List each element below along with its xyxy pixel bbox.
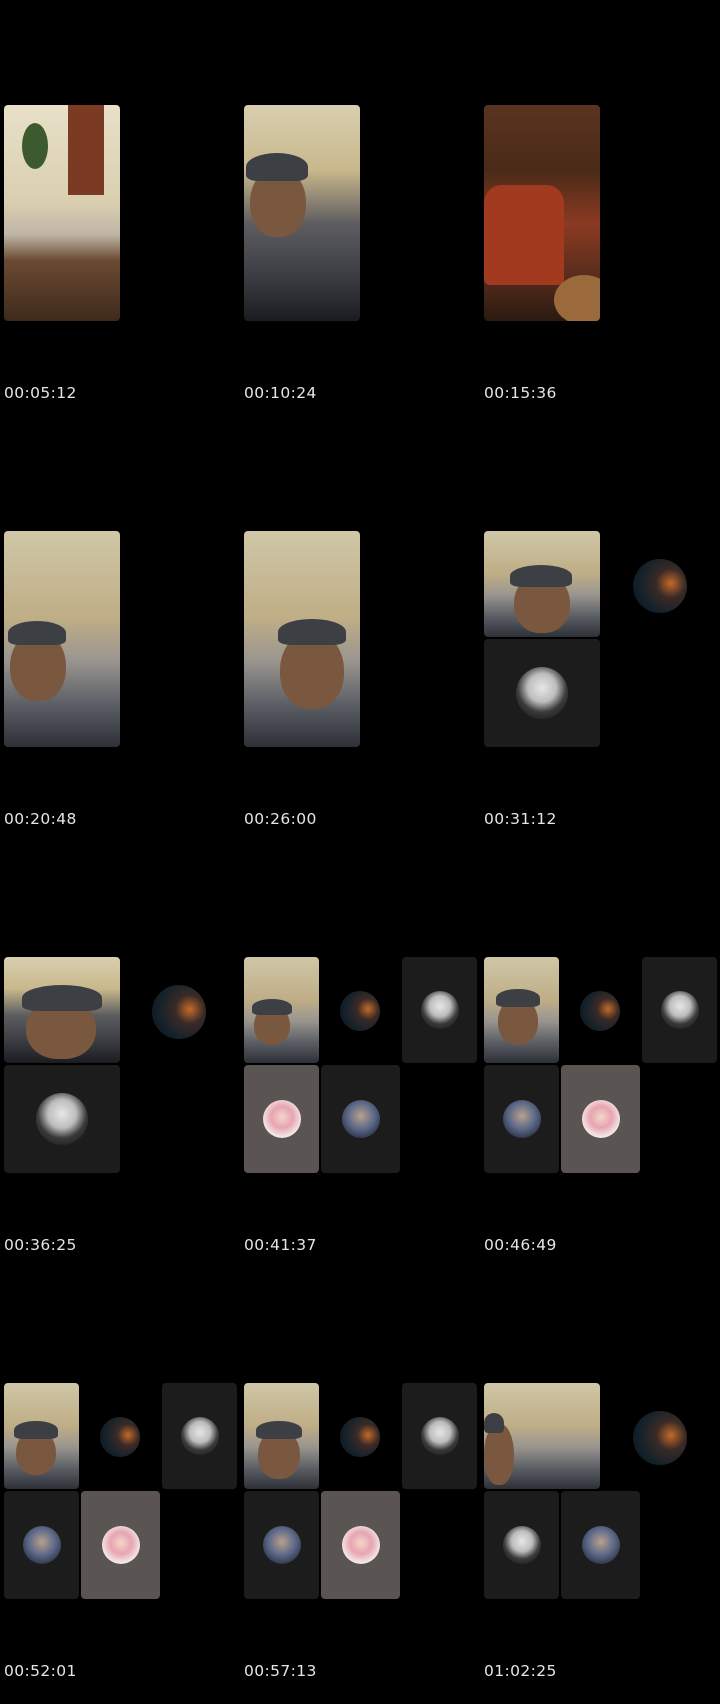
participant-night-avatar[interactable]: [580, 991, 620, 1031]
participant-tile[interactable]: [321, 1065, 400, 1173]
cap-icon: [484, 1413, 504, 1433]
participant-tile[interactable]: [484, 1065, 559, 1173]
participant-camera-view: [244, 1383, 319, 1489]
participant-tile[interactable]: [81, 1491, 160, 1599]
participant-blue-avatar: [341, 1100, 380, 1138]
cap-icon: [14, 1421, 58, 1439]
timestamp: 00:15:36: [484, 384, 557, 402]
participant-night-avatar[interactable]: [633, 1411, 687, 1465]
participant-camera-view: [244, 957, 319, 1063]
participant-pink-avatar: [262, 1100, 301, 1138]
participant-night-avatar[interactable]: [100, 1417, 140, 1457]
participant-suit-avatar: [660, 991, 699, 1029]
participant-suit-avatar: [516, 667, 568, 719]
participant-camera-view: [484, 531, 600, 637]
timestamp: 00:20:48: [4, 810, 77, 828]
participant-camera-view: [484, 957, 559, 1063]
cap-icon: [252, 999, 292, 1015]
participant-tile[interactable]: [642, 957, 717, 1063]
participant-tile[interactable]: [561, 1065, 640, 1173]
frame-3: 00:15:36: [480, 0, 720, 426]
frame-10: 00:52:01: [0, 1278, 240, 1704]
timestamp: 00:36:25: [4, 1236, 77, 1254]
frame-5: 00:26:00: [240, 426, 480, 852]
participant-camera-view: [244, 105, 360, 321]
timestamp: 00:26:00: [244, 810, 317, 828]
timestamp: 00:57:13: [244, 1662, 317, 1680]
participant-blue-avatar: [502, 1100, 541, 1138]
frame-7: 00:36:25: [0, 852, 240, 1278]
participant-pink-avatar: [581, 1100, 620, 1138]
timestamp: 00:31:12: [484, 810, 557, 828]
participant-blue-avatar: [22, 1526, 61, 1564]
participant-blue-avatar: [262, 1526, 301, 1564]
participant-camera-view: [4, 957, 120, 1063]
timestamp: 01:02:25: [484, 1662, 557, 1680]
frame-8: 00:41:37: [240, 852, 480, 1278]
timestamp: 00:41:37: [244, 1236, 317, 1254]
participant-night-avatar[interactable]: [340, 1417, 380, 1457]
cap-icon: [8, 621, 66, 645]
cap-icon: [22, 985, 102, 1011]
cap-icon: [246, 153, 308, 181]
participant-suit-avatar: [502, 1526, 541, 1564]
participant-tile[interactable]: [162, 1383, 237, 1489]
participant-tile[interactable]: [4, 1491, 79, 1599]
participant-camera-view: [244, 531, 360, 747]
participant-tile[interactable]: [321, 1491, 400, 1599]
cap-icon: [278, 619, 346, 645]
participant-blue-avatar: [581, 1526, 620, 1564]
participant-suit-avatar: [420, 991, 459, 1029]
timestamp: 00:05:12: [4, 384, 77, 402]
timestamp: 00:46:49: [484, 1236, 557, 1254]
frame-1: 00:05:12: [0, 0, 240, 426]
participant-tile[interactable]: [402, 957, 477, 1063]
frame-6: 00:31:12: [480, 426, 720, 852]
frame-2: 00:10:24: [240, 0, 480, 426]
participant-suit-avatar: [420, 1417, 459, 1455]
participant-camera-view: [4, 1383, 79, 1489]
participant-tile[interactable]: [244, 1491, 319, 1599]
frame-12: 01:02:25: [480, 1278, 720, 1704]
participant-tile[interactable]: [484, 639, 600, 747]
participant-suit-avatar: [180, 1417, 219, 1455]
cap-icon: [510, 565, 572, 587]
participant-tile[interactable]: [561, 1491, 640, 1599]
participant-camera-view: [484, 1383, 600, 1489]
participant-tile[interactable]: [4, 1065, 120, 1173]
participant-night-avatar[interactable]: [633, 559, 687, 613]
participant-pink-avatar: [101, 1526, 140, 1564]
frame-11: 00:57:13: [240, 1278, 480, 1704]
cap-icon: [496, 989, 540, 1007]
participant-tile[interactable]: [484, 1491, 559, 1599]
participant-tile[interactable]: [244, 1065, 319, 1173]
frame-4: 00:20:48: [0, 426, 240, 852]
participant-night-avatar[interactable]: [152, 985, 206, 1039]
cap-icon: [256, 1421, 302, 1439]
library-background-view: [484, 105, 600, 321]
participant-pink-avatar: [341, 1526, 380, 1564]
participant-tile[interactable]: [402, 1383, 477, 1489]
room-camera-view: [4, 105, 120, 321]
participant-suit-avatar: [36, 1093, 88, 1145]
frame-9: 00:46:49: [480, 852, 720, 1278]
timestamp: 00:52:01: [4, 1662, 77, 1680]
participant-camera-view: [4, 531, 120, 747]
timestamp: 00:10:24: [244, 384, 317, 402]
participant-night-avatar[interactable]: [340, 991, 380, 1031]
